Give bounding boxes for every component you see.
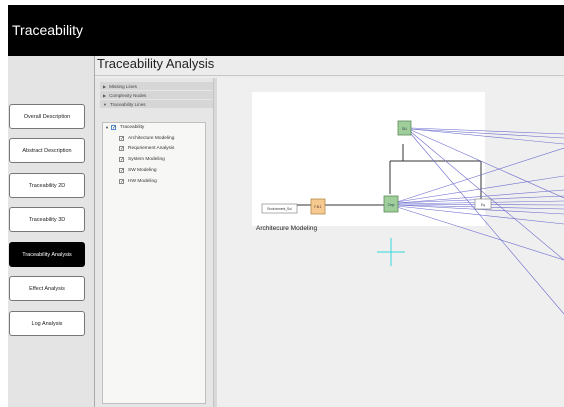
traceability-tree: ▼ ✓ Traceability ✓ Architecture Modeling…	[102, 122, 206, 404]
accordion-label: Traceability Lines	[109, 101, 146, 107]
accordion-label: Missing Lines	[109, 83, 137, 89]
nav-effect-analysis-button[interactable]: Effect Analysis	[9, 276, 85, 301]
accordion-missing-lines[interactable]: ▶ Missing Lines	[100, 82, 213, 90]
tree-expand-icon[interactable]: ▼	[105, 125, 109, 130]
tree-label: System Modeling	[128, 157, 165, 162]
tree-panel: ▶ Missing Lines ▶ Complexity Nodes ▼ Tra…	[95, 78, 213, 407]
tree-checkbox[interactable]: ✓	[119, 146, 124, 152]
nav-traceability-2d-button[interactable]: Traceability 2D	[9, 173, 85, 198]
nav-traceability-analysis-button[interactable]: Traceability Analysis	[9, 242, 85, 267]
tree-label: Architecture Modeling	[128, 136, 175, 141]
chevron-down-icon: ▼	[103, 101, 107, 107]
accordion-traceability-lines[interactable]: ▼ Traceability Lines	[100, 100, 213, 108]
tree-node-traceability[interactable]: ▼ ✓ Traceability	[105, 125, 145, 131]
tree-node-hw-modeling[interactable]: ✓ HW Modeling	[119, 179, 157, 185]
chevron-right-icon: ▶	[103, 92, 107, 98]
nav-overall-description-button[interactable]: Overall Description	[9, 104, 85, 129]
left-nav: Overall Description Abstract Description…	[8, 56, 95, 407]
tree-checkbox[interactable]: ✓	[119, 168, 124, 174]
tree-checkbox-traceability[interactable]: ✓	[110, 125, 116, 131]
diagram-node-right-label: Eq	[481, 203, 485, 207]
trace-line	[410, 133, 564, 315]
nav-traceability-3d-button[interactable]: Traceability 3D	[9, 207, 85, 232]
chevron-right-icon: ▶	[103, 83, 107, 89]
tree-checkbox[interactable]: ✓	[119, 136, 124, 142]
page-title: Traceability Analysis	[97, 56, 215, 71]
accordion-label: Complexity Nodes	[109, 92, 147, 98]
nav-log-analysis-button[interactable]: Log Analysis	[9, 311, 85, 336]
accordion-complexity-nodes[interactable]: ▶ Complexity Nodes	[100, 91, 213, 99]
tree-label: Requriement Analysis	[128, 146, 175, 151]
app-window: Traceability Overall Description Abstrac…	[8, 5, 564, 407]
diagram-node-center-label: Cmp	[388, 203, 395, 207]
app-title: Traceability	[12, 22, 84, 38]
diagram-node-component-label: F.B.1	[314, 205, 321, 209]
header-divider	[95, 75, 564, 76]
tree-node-sw-modeling[interactable]: ✓ SW Modeling	[119, 168, 157, 174]
diagram-node-top-label: SU	[402, 127, 407, 131]
tree-label: Traceability	[119, 125, 145, 130]
trace-lines-layer: SU Cmp F.B.1 Environment_Sol Eq	[261, 120, 564, 315]
tree-label: HW Modeling	[128, 179, 157, 184]
tree-label: SW Modeling	[128, 168, 157, 173]
tree-node-architecture-modeling[interactable]: ✓ Architecture Modeling	[119, 136, 175, 142]
nav-abstract-description-button[interactable]: Abstract Description	[9, 138, 85, 163]
tree-node-requriement-analysis[interactable]: ✓ Requriement Analysis	[119, 146, 175, 152]
tree-checkbox[interactable]: ✓	[119, 157, 124, 163]
diagram-canvas[interactable]: Architecure Modeling SU Cmp F.B.1 Enviro…	[217, 78, 564, 407]
diagram-node-environment-label: Environment_Sol	[267, 207, 292, 211]
title-bar: Traceability	[8, 5, 564, 56]
tree-node-system-modeling[interactable]: ✓ System Modeling	[119, 157, 165, 163]
tree-checkbox[interactable]: ✓	[119, 179, 124, 185]
